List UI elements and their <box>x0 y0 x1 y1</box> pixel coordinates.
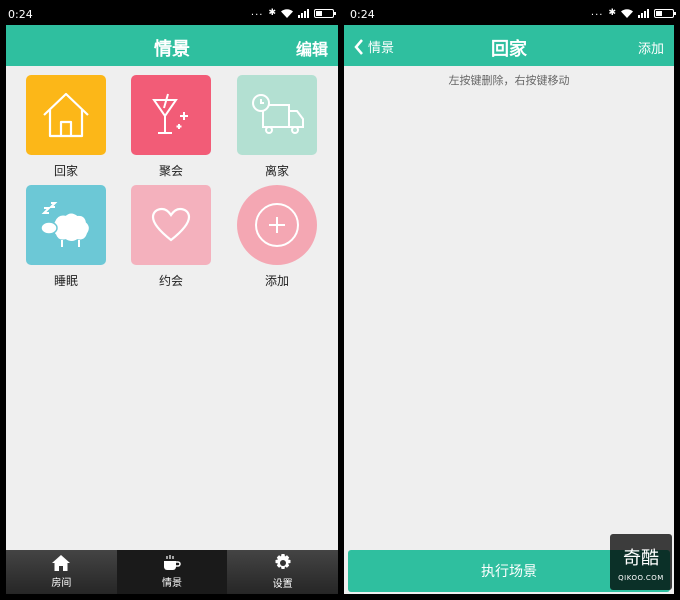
truck-clock-icon <box>237 75 317 155</box>
battery-icon <box>654 8 676 18</box>
scene-grid: 回家 聚会 离家 睡眠 约会 添加 <box>6 66 338 550</box>
tab-scenes[interactable]: 情景 <box>116 550 228 594</box>
scene-add[interactable]: 添加 <box>237 185 317 289</box>
coffee-cup-icon <box>164 555 181 570</box>
notification-dots-icon: ... <box>250 7 264 18</box>
plus-circle-icon <box>237 185 317 265</box>
bluetooth-icon: ✱ <box>608 8 616 18</box>
scene-party[interactable]: 聚会 <box>131 75 211 179</box>
signal-icon <box>638 8 649 18</box>
battery-icon <box>314 8 336 18</box>
scene-home[interactable]: 回家 <box>26 75 106 179</box>
page-title: 回家 <box>491 39 527 60</box>
wifi-icon <box>621 8 633 18</box>
watermark-text: 奇酷 <box>623 548 659 569</box>
scene-label: 睡眠 <box>53 274 78 288</box>
cocktail-icon <box>131 75 211 155</box>
scene-detail: 左按键删除，右按键移动 执行场景 <box>344 66 674 594</box>
status-bar: 0:24 ... ✱ <box>0 0 340 28</box>
gear-icon <box>275 554 291 569</box>
left-screen: 0:24 ... ✱ 情景 编辑 回家 聚会 离家 睡眠 约会 添加 房间 情景… <box>0 0 340 600</box>
scene-label: 回家 <box>53 164 78 178</box>
status-icons: ... ✱ <box>590 7 676 18</box>
page-title: 情景 <box>154 39 190 60</box>
wifi-icon <box>281 8 293 18</box>
signal-icon <box>298 8 309 18</box>
status-time: 0:24 <box>350 8 375 21</box>
status-icons: ... ✱ <box>250 7 336 18</box>
house-icon <box>26 75 106 155</box>
tab-label: 设置 <box>272 579 293 590</box>
heart-icon <box>131 185 211 265</box>
tab-label: 房间 <box>51 578 72 589</box>
header-bar: 情景 回家 添加 <box>344 25 674 66</box>
scene-sleep[interactable]: 睡眠 <box>26 185 106 289</box>
hint-text: 左按键删除，右按键移动 <box>448 74 570 87</box>
bottom-tab-bar: 房间 情景 设置 <box>6 550 338 594</box>
watermark-url: QIKOO.COM <box>618 574 664 582</box>
scene-away[interactable]: 离家 <box>237 75 317 179</box>
header-bar: 情景 编辑 <box>6 25 338 66</box>
scene-label: 离家 <box>264 164 289 178</box>
watermark-logo: 奇酷 QIKOO.COM <box>610 534 672 590</box>
scene-label: 约会 <box>158 274 183 288</box>
tab-settings[interactable]: 设置 <box>227 550 338 594</box>
status-time: 0:24 <box>8 8 33 21</box>
scene-date[interactable]: 约会 <box>131 185 211 289</box>
scene-label: 添加 <box>264 274 289 288</box>
status-bar: 0:24 ... ✱ <box>342 0 680 28</box>
edit-button[interactable]: 编辑 <box>296 36 328 60</box>
tab-label: 情景 <box>162 578 182 589</box>
notification-dots-icon: ... <box>590 7 604 18</box>
scene-label: 聚会 <box>158 164 183 178</box>
tab-rooms[interactable]: 房间 <box>6 550 117 594</box>
sleeping-sheep-icon <box>26 185 106 265</box>
home-icon <box>52 555 71 571</box>
bluetooth-icon: ✱ <box>268 8 276 18</box>
right-screen: 0:24 ... ✱ 情景 回家 添加 左按键删除，右按键移动 执行场景 奇酷 … <box>342 0 680 600</box>
add-button[interactable]: 添加 <box>638 38 664 57</box>
